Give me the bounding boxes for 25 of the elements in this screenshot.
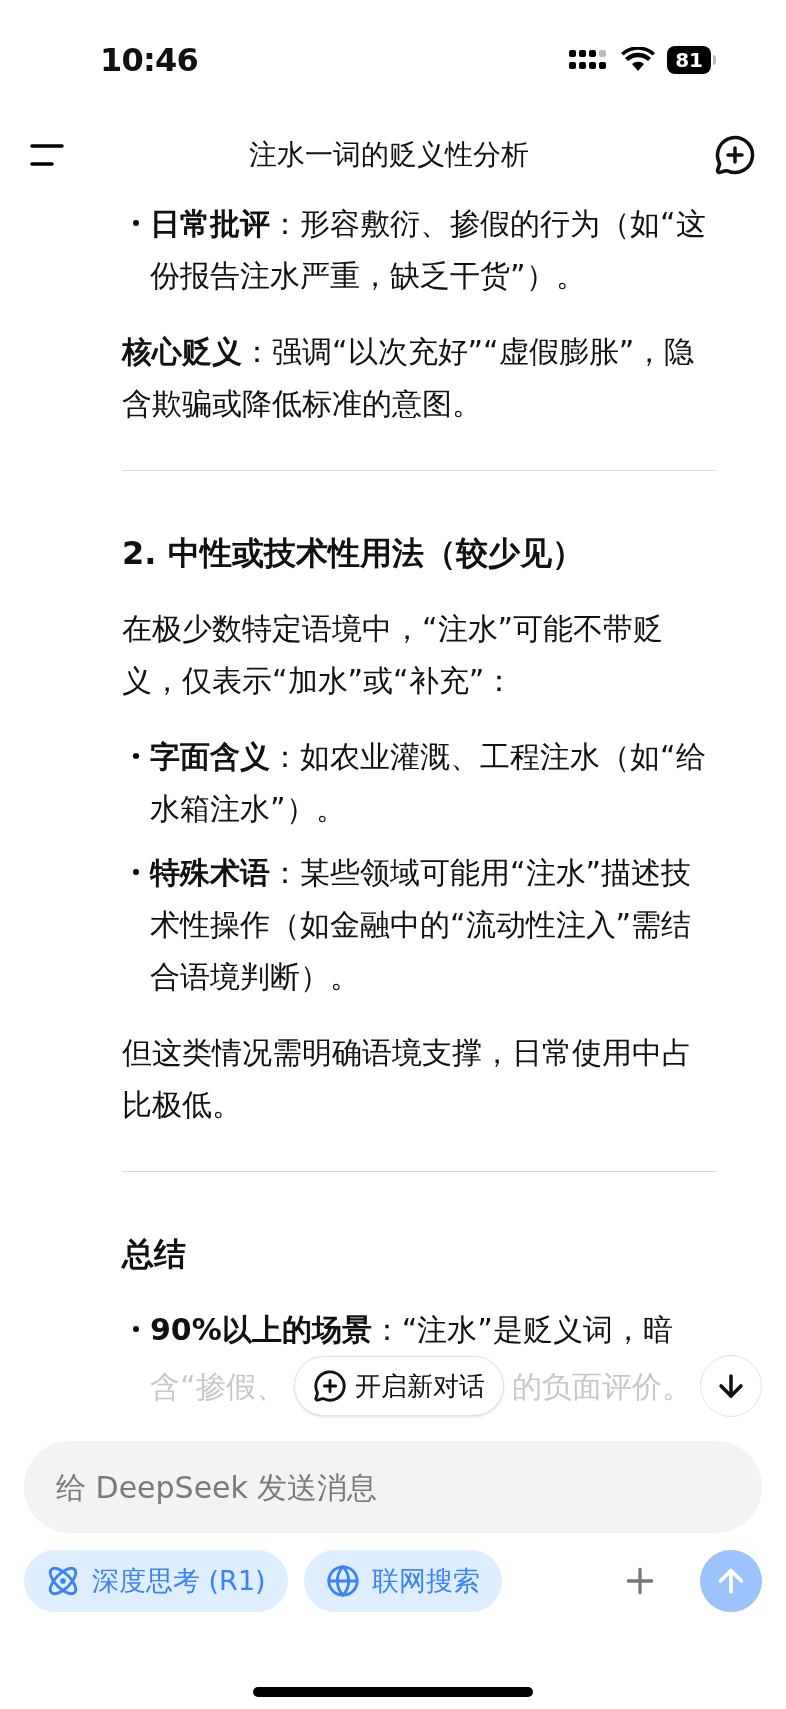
paragraph: 核心贬义：强调“以次充好”“虚假膨胀”，隐含欺骗或降低标准的意图。 [122,333,696,423]
bullet-text: 90%以上的场景：“注水”是贬义词，暗 [150,1311,674,1349]
bullet-icon [133,753,139,759]
menu-icon[interactable] [30,142,64,168]
paragraph: 但这类情况需明确语境支撑，日常使用中占比极低。 [122,1034,693,1124]
new-chat-icon[interactable] [714,134,756,176]
message-input[interactable]: 给 DeepSeek 发送消息 [24,1441,762,1533]
bullet-icon [133,869,139,875]
toggle-chip[interactable]: 深度思考 (R1) [24,1550,288,1612]
bullet-text: 特殊术语：某些领域可能用“注水”描述技术性操作（如金融中的“流动性注入”需结合语境判断）。 [150,854,693,996]
bullet-icon [133,220,139,226]
toggle-chip[interactable]: 联网搜索 [303,1550,502,1612]
bullet-icon [133,1326,139,1332]
status-time: 10:46 [100,40,198,81]
bullet-text: 字面含义：如农业灌溉、工程注水（如“给水箱注水”）。 [150,738,707,828]
section-heading: 2. 中性或技术性用法（较少见） [122,533,585,574]
bullet-text: 日常批评：形容敷衍、掺假的行为（如“这份报告注水严重，缺乏干货”）。 [150,205,707,295]
atom-icon [46,1564,80,1598]
chat-plus-icon [312,1369,347,1403]
paragraph: 在极少数特定语境中，“注水”可能不带贬义，仅表示“加水”或“补充”： [122,610,665,700]
globe-icon [325,1564,360,1598]
section-heading: 总结 [122,1234,187,1275]
wifi-icon [621,47,656,73]
chat-title: 注水一词的贬义性分析 [249,137,529,173]
new-chat-button[interactable]: 开启新对话 [293,1356,504,1416]
